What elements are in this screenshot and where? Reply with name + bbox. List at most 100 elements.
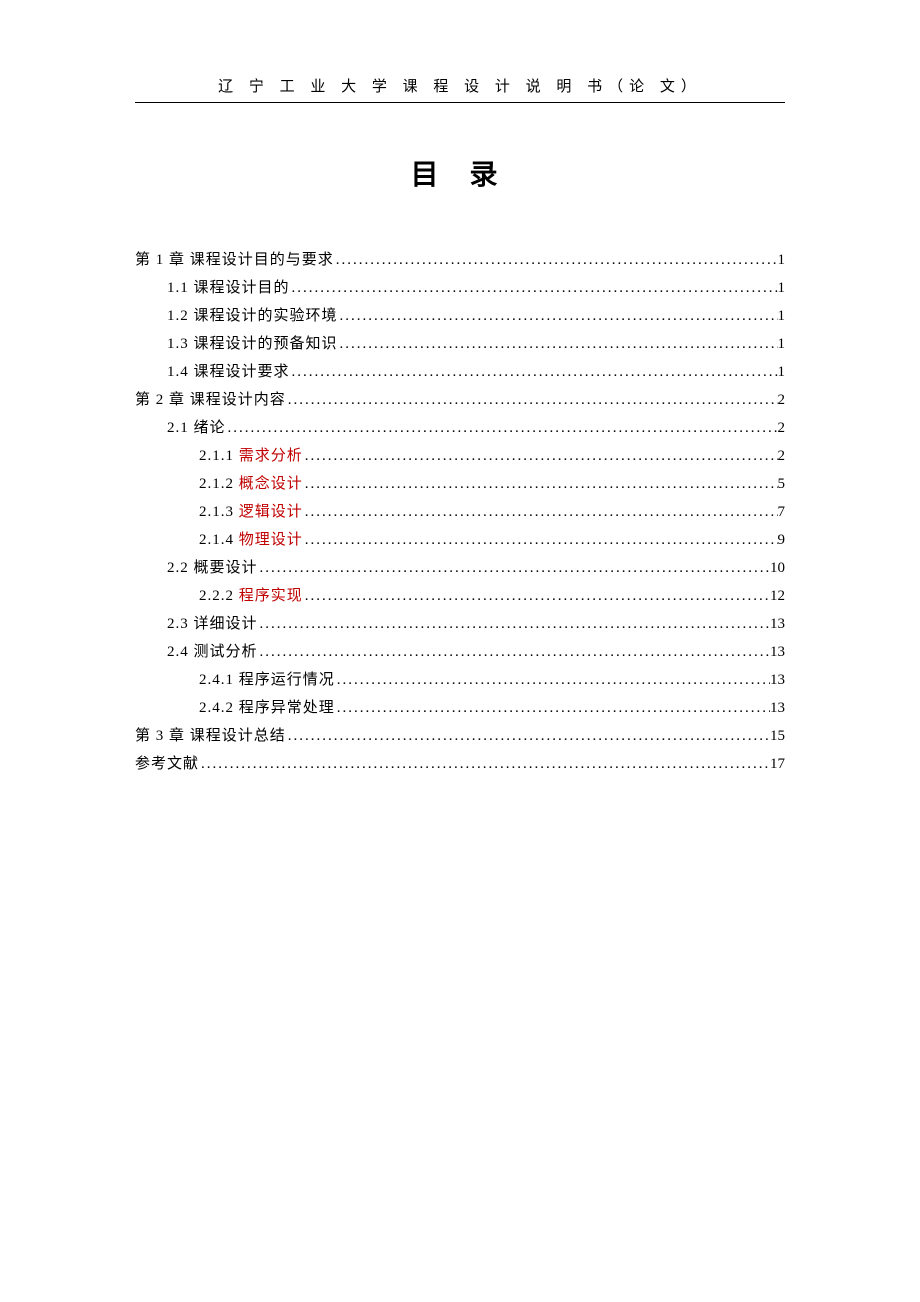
toc-leader-dots [338,304,778,328]
toc-row: 参考文献 17 [135,752,785,776]
toc-entry-text: 2.1 绪论 [167,420,226,436]
toc-entry-label: 1.1 课程设计目的 [167,276,290,300]
toc-entry-label: 第 1 章 课程设计目的与要求 [135,248,334,272]
toc-entry-text: 1.4 课程设计要求 [167,364,290,380]
toc-page-number: 2 [778,416,786,440]
toc-entry-highlight: 物理设计 [239,532,303,548]
toc-leader-dots [286,724,770,748]
toc-page-number: 5 [778,472,786,496]
toc-leader-dots [303,444,778,468]
toc-entry-label: 2.1 绪论 [167,416,226,440]
toc-entry-text: 2.1.4 [199,532,239,548]
toc-entry-text: 1.2 课程设计的实验环境 [167,308,338,324]
toc-row: 2.2 概要设计 10 [135,556,785,580]
toc-page-number: 13 [770,668,785,692]
toc-entry-label: 2.1.2 概念设计 [199,472,303,496]
toc-entry-highlight: 程序实现 [239,588,303,604]
toc-entry-label: 2.4.1 程序运行情况 [199,668,335,692]
toc-entry-text: 2.1.1 [199,448,239,464]
toc-row: 2.1.2 概念设计 5 [135,472,785,496]
toc-leader-dots [303,500,778,524]
toc-entry-label: 2.1.4 物理设计 [199,528,303,552]
toc-leader-dots [286,388,778,412]
toc-entry-text: 第 2 章 课程设计内容 [135,392,286,408]
toc-entry-text: 第 3 章 课程设计总结 [135,728,286,744]
toc-leader-dots [290,360,778,384]
toc-entry-label: 2.3 详细设计 [167,612,258,636]
toc-row: 1.4 课程设计要求 1 [135,360,785,384]
toc-entry-label: 第 3 章 课程设计总结 [135,724,286,748]
toc-row: 2.2.2 程序实现 12 [135,584,785,608]
toc-page-number: 1 [778,332,786,356]
toc-page-number: 1 [778,276,786,300]
toc-page-number: 7 [778,500,786,524]
toc-entry-highlight: 需求分析 [239,448,303,464]
toc-leader-dots [303,472,778,496]
toc-page-number: 13 [770,612,785,636]
toc-entry-text: 1.1 课程设计目的 [167,280,290,296]
toc-entry-highlight: 概念设计 [239,476,303,492]
toc-leader-dots [258,556,770,580]
toc-entry-text: 2.1.2 [199,476,239,492]
toc-page-number: 13 [770,696,785,720]
toc-row: 第 2 章 课程设计内容 2 [135,388,785,412]
toc-page-number: 12 [770,584,785,608]
toc-entry-label: 1.2 课程设计的实验环境 [167,304,338,328]
toc-entry-label: 1.4 课程设计要求 [167,360,290,384]
toc-entry-text: 2.3 详细设计 [167,616,258,632]
toc-row: 2.4.2 程序异常处理 13 [135,696,785,720]
toc-entry-text: 2.2 概要设计 [167,560,258,576]
toc-page-number: 10 [770,556,785,580]
toc-entry-text: 2.4.1 程序运行情况 [199,672,335,688]
toc-leader-dots [303,528,778,552]
toc-page-number: 15 [770,724,785,748]
toc-entry-text: 2.2.2 [199,588,239,604]
toc-page-number: 17 [770,752,785,776]
toc-leader-dots [290,276,778,300]
toc-row: 2.4.1 程序运行情况 13 [135,668,785,692]
toc-leader-dots [335,696,770,720]
toc-entry-text: 2.4 测试分析 [167,644,258,660]
toc-title: 目 录 [135,153,785,193]
toc-entry-text: 2.1.3 [199,504,239,520]
toc-row: 第 3 章 课程设计总结 15 [135,724,785,748]
toc-entry-label: 第 2 章 课程设计内容 [135,388,286,412]
toc-entry-text: 1.3 课程设计的预备知识 [167,336,338,352]
toc-entry-label: 2.1.3 逻辑设计 [199,500,303,524]
toc-row: 2.1 绪论 2 [135,416,785,440]
toc-page-number: 9 [778,528,786,552]
toc-row: 2.4 测试分析 13 [135,640,785,664]
toc-leader-dots [258,612,770,636]
toc-page-number: 13 [770,640,785,664]
toc-entry-text: 2.4.2 程序异常处理 [199,700,335,716]
toc-row: 第 1 章 课程设计目的与要求 1 [135,248,785,272]
toc-page-number: 1 [778,304,786,328]
toc-page-number: 2 [778,388,786,412]
toc-row: 1.3 课程设计的预备知识 1 [135,332,785,356]
toc-entry-text: 参考文献 [135,756,199,772]
toc-row: 2.3 详细设计 13 [135,612,785,636]
toc-entry-label: 参考文献 [135,752,199,776]
toc-entry-label: 2.2 概要设计 [167,556,258,580]
toc-leader-dots [258,640,770,664]
table-of-contents: 第 1 章 课程设计目的与要求 11.1 课程设计目的11.2 课程设计的实验环… [135,248,785,776]
toc-entry-label: 2.2.2 程序实现 [199,584,303,608]
toc-entry-label: 1.3 课程设计的预备知识 [167,332,338,356]
toc-leader-dots [335,668,770,692]
toc-entry-label: 2.1.1 需求分析 [199,444,303,468]
toc-leader-dots [334,248,778,272]
toc-leader-dots [199,752,770,776]
toc-page-number: 1 [778,360,786,384]
toc-row: 2.1.1 需求分析 2 [135,444,785,468]
toc-entry-label: 2.4.2 程序异常处理 [199,696,335,720]
toc-entry-label: 2.4 测试分析 [167,640,258,664]
toc-row: 2.1.3 逻辑设计 7 [135,500,785,524]
toc-row: 1.2 课程设计的实验环境 1 [135,304,785,328]
toc-row: 2.1.4 物理设计 9 [135,528,785,552]
toc-page-number: 2 [778,444,786,468]
toc-leader-dots [303,584,770,608]
toc-row: 1.1 课程设计目的 1 [135,276,785,300]
toc-entry-highlight: 逻辑设计 [239,504,303,520]
toc-leader-dots [226,416,778,440]
toc-entry-text: 第 1 章 课程设计目的与要求 [135,252,334,268]
